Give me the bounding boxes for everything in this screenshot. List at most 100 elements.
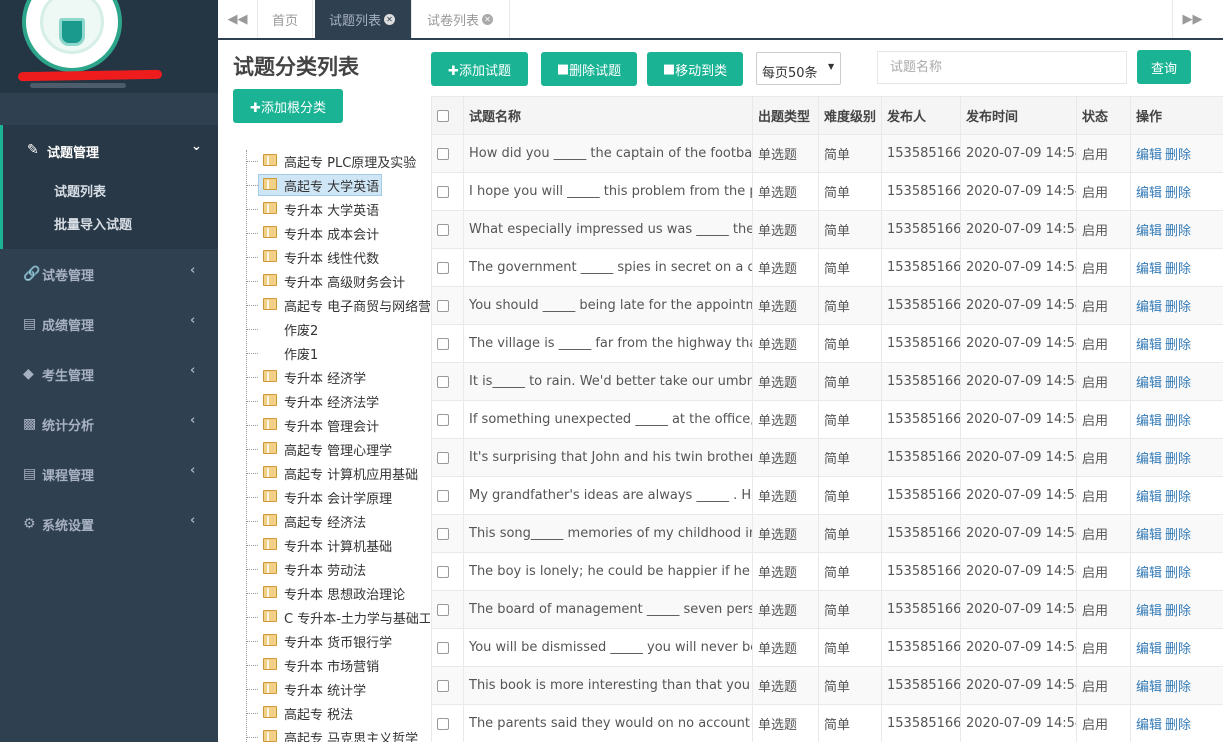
delete-link[interactable]: 删除: [1165, 566, 1191, 581]
delete-link[interactable]: 删除: [1165, 262, 1191, 277]
row-checkbox[interactable]: [437, 641, 449, 654]
delete-link[interactable]: 删除: [1165, 338, 1191, 353]
column-header-publisher[interactable]: 发布人: [881, 96, 961, 135]
table-row[interactable]: This book is more interesting than that …: [431, 666, 1223, 705]
tree-node[interactable]: 高起专 电子商贸与网络营: [246, 294, 430, 316]
edit-link[interactable]: 编辑: [1136, 224, 1162, 239]
row-checkbox[interactable]: [437, 375, 449, 388]
table-row[interactable]: The parents said they would on no accoun…: [431, 704, 1223, 742]
tabs-scroll-left-button[interactable]: ◀◀: [218, 0, 258, 38]
tree-node[interactable]: 专升本 市场营销: [246, 654, 430, 676]
edit-link[interactable]: 编辑: [1136, 642, 1162, 657]
delete-link[interactable]: 删除: [1165, 528, 1191, 543]
delete-link[interactable]: 删除: [1165, 300, 1191, 315]
query-button[interactable]: 查询: [1137, 50, 1191, 84]
page-size-select[interactable]: 每页50条 ▼: [756, 52, 841, 85]
column-header-time[interactable]: 发布时间: [960, 96, 1077, 135]
row-checkbox[interactable]: [437, 147, 449, 160]
tree-node[interactable]: 作废2: [246, 318, 430, 340]
tabs-scroll-right-button[interactable]: ▶▶: [1172, 0, 1212, 38]
row-checkbox[interactable]: [437, 603, 449, 616]
edit-link[interactable]: 编辑: [1136, 490, 1162, 505]
row-checkbox[interactable]: [437, 527, 449, 540]
tree-node[interactable]: 专升本 思想政治理论: [246, 582, 430, 604]
table-row[interactable]: My grandfather's ideas are always _____ …: [431, 476, 1223, 515]
tree-node[interactable]: 专升本 成本会计: [246, 222, 430, 244]
tree-node[interactable]: 专升本 劳动法: [246, 558, 430, 580]
table-row[interactable]: The government _____ spies in secret on …: [431, 248, 1223, 287]
menu-score-management[interactable]: ▤ 成绩管理 ‹: [0, 299, 218, 349]
table-row[interactable]: You will be dismissed _____ you will nev…: [431, 628, 1223, 667]
tree-node[interactable]: 高起专 税法: [246, 702, 430, 724]
tree-node[interactable]: 高起专 PLC原理及实验: [246, 150, 430, 172]
menu-statistics[interactable]: ▩ 统计分析 ‹: [0, 399, 218, 449]
delete-link[interactable]: 删除: [1165, 452, 1191, 467]
add-question-button[interactable]: ✚添加试题: [431, 52, 528, 86]
question-name-search-input[interactable]: [877, 51, 1127, 84]
edit-link[interactable]: 编辑: [1136, 186, 1162, 201]
edit-link[interactable]: 编辑: [1136, 452, 1162, 467]
table-row[interactable]: What especially impressed us was _____ t…: [431, 210, 1223, 249]
table-row[interactable]: The village is _____ far from the highwa…: [431, 324, 1223, 363]
edit-link[interactable]: 编辑: [1136, 148, 1162, 163]
edit-link[interactable]: 编辑: [1136, 338, 1162, 353]
delete-link[interactable]: 删除: [1165, 148, 1191, 163]
delete-link[interactable]: 删除: [1165, 718, 1191, 733]
table-row[interactable]: If something unexpected _____ at the off…: [431, 400, 1223, 439]
tree-node[interactable]: 专升本 统计学: [246, 678, 430, 700]
row-checkbox[interactable]: [437, 223, 449, 236]
tab-exam-list[interactable]: 试卷列表 ✕: [413, 0, 510, 38]
menu-course-management[interactable]: ▤ 课程管理 ‹: [0, 449, 218, 499]
tab-question-list[interactable]: 试题列表 ✕: [315, 0, 412, 38]
edit-link[interactable]: 编辑: [1136, 566, 1162, 581]
row-checkbox[interactable]: [437, 565, 449, 578]
edit-link[interactable]: 编辑: [1136, 300, 1162, 315]
row-checkbox[interactable]: [437, 451, 449, 464]
close-icon[interactable]: ✕: [482, 13, 494, 25]
row-checkbox[interactable]: [437, 299, 449, 312]
menu-exam-management[interactable]: 🔗 试卷管理 ‹: [0, 249, 218, 299]
column-header-level[interactable]: 难度级别: [818, 96, 882, 135]
menu-question-management-header[interactable]: ✎ 试题管理 ⌄: [3, 139, 218, 163]
table-row[interactable]: This song_____ memories of my childhood …: [431, 514, 1223, 553]
delete-link[interactable]: 删除: [1165, 376, 1191, 391]
tree-node[interactable]: 高起专 计算机应用基础: [246, 462, 430, 484]
tree-node[interactable]: 高起专 大学英语: [246, 174, 430, 196]
tree-node[interactable]: 专升本 管理会计: [246, 414, 430, 436]
column-header-status[interactable]: 状态: [1076, 96, 1131, 135]
select-all-checkbox[interactable]: [437, 109, 449, 122]
tree-node[interactable]: 高起专 管理心理学: [246, 438, 430, 460]
tree-node[interactable]: 作废1: [246, 342, 430, 364]
column-header-name[interactable]: 试题名称: [463, 96, 753, 135]
row-checkbox[interactable]: [437, 261, 449, 274]
row-checkbox[interactable]: [437, 717, 449, 730]
tree-node[interactable]: 专升本 货币银行学: [246, 630, 430, 652]
table-row[interactable]: The boy is lonely; he could be happier i…: [431, 552, 1223, 591]
row-checkbox[interactable]: [437, 489, 449, 502]
row-checkbox[interactable]: [437, 185, 449, 198]
table-row[interactable]: The board of management _____ seven pers…: [431, 590, 1223, 629]
table-row[interactable]: I hope you will _____ this problem from …: [431, 172, 1223, 211]
row-checkbox[interactable]: [437, 413, 449, 426]
edit-link[interactable]: 编辑: [1136, 376, 1162, 391]
table-row[interactable]: It is_____ to rain. We'd better take our…: [431, 362, 1223, 401]
delete-link[interactable]: 删除: [1165, 642, 1191, 657]
delete-link[interactable]: 删除: [1165, 186, 1191, 201]
table-row[interactable]: You should _____ being late for the appo…: [431, 286, 1223, 325]
row-checkbox[interactable]: [437, 679, 449, 692]
tree-node[interactable]: 专升本 经济法学: [246, 390, 430, 412]
delete-question-button[interactable]: ■ 删除试题: [541, 52, 637, 86]
edit-link[interactable]: 编辑: [1136, 528, 1162, 543]
table-row[interactable]: How did you _____ the captain of the foo…: [431, 134, 1223, 173]
close-icon[interactable]: ✕: [384, 13, 396, 25]
menu-system-settings[interactable]: ⚙ 系统设置 ‹: [0, 499, 218, 549]
tree-node[interactable]: 高起专 经济法: [246, 510, 430, 532]
submenu-batch-import[interactable]: 批量导入试题: [54, 214, 132, 233]
edit-link[interactable]: 编辑: [1136, 414, 1162, 429]
menu-candidate-management[interactable]: ◆ 考生管理 ‹: [0, 349, 218, 399]
tab-home[interactable]: 首页: [258, 0, 314, 38]
add-root-category-button[interactable]: ✚添加根分类: [233, 89, 343, 123]
edit-link[interactable]: 编辑: [1136, 680, 1162, 695]
tree-node[interactable]: C 专升本-土力学与基础工: [246, 606, 430, 628]
move-to-category-button[interactable]: ■ 移动到类: [647, 52, 743, 86]
